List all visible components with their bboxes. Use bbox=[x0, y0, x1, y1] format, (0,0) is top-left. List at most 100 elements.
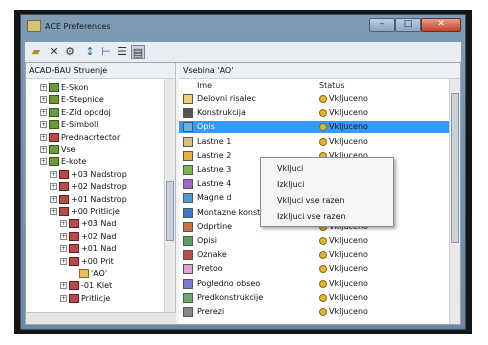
expand-toggle-icon[interactable]: + bbox=[50, 195, 57, 203]
minimize-button[interactable]: – bbox=[369, 18, 395, 32]
tree-item[interactable]: + E-Skon bbox=[40, 82, 88, 94]
close-button[interactable]: ✕ bbox=[421, 18, 461, 32]
tree-item[interactable]: 'AO' bbox=[70, 268, 107, 280]
tree-item[interactable]: + E-Zid opcdoj bbox=[40, 107, 111, 119]
tree-item[interactable]: + +02 Nad bbox=[60, 231, 116, 243]
list-row-name: Magne d bbox=[197, 193, 232, 203]
tree-item[interactable]: + Prednacrtector bbox=[40, 132, 120, 144]
tree-item[interactable]: + +02 Nadstrop bbox=[50, 181, 127, 193]
details-icon[interactable]: ▤ bbox=[131, 45, 145, 59]
expand-toggle-icon[interactable]: + bbox=[50, 170, 57, 178]
layer-icon bbox=[183, 136, 193, 147]
expand-toggle-icon[interactable]: + bbox=[40, 133, 47, 141]
list-scroll-thumb[interactable] bbox=[451, 93, 459, 243]
expand-toggle-icon[interactable]: + bbox=[60, 294, 67, 302]
expand-toggle-icon[interactable]: + bbox=[40, 84, 47, 91]
list-row-status: Vkljuceno bbox=[329, 264, 368, 274]
right-panel-header: Vsebina 'AO' bbox=[179, 63, 460, 79]
layer-icon bbox=[183, 250, 193, 261]
layer-group-icon bbox=[49, 83, 59, 92]
tree-item[interactable]: + +00 Pritlicje bbox=[50, 206, 120, 218]
status-sun-icon bbox=[319, 279, 327, 288]
layer-group-icon bbox=[69, 256, 79, 266]
tree-scroll-thumb[interactable] bbox=[166, 181, 174, 241]
toolbar: ▰ ✕ ⚙ ↕ ⊢ ☰ ▤ bbox=[25, 42, 461, 62]
list-row-name: Odprtine bbox=[197, 221, 233, 231]
menu-item-exclude-all-except[interactable]: Izkljuci vse razen bbox=[277, 210, 346, 223]
tree-item-label: +01 Nadstrop bbox=[71, 194, 127, 204]
tree-item[interactable]: + +03 Nadstrop bbox=[50, 169, 127, 181]
tree-item[interactable]: + -01 Klet bbox=[60, 280, 112, 292]
expand-toggle-icon[interactable]: + bbox=[40, 158, 47, 166]
tree-item[interactable]: + E-Stepnice bbox=[40, 94, 104, 106]
tree-item-label: +00 Pritlicje bbox=[71, 207, 120, 216]
folder-icon bbox=[79, 269, 89, 278]
list-row-name: Pretoo bbox=[197, 264, 223, 274]
expand-toggle-icon[interactable]: + bbox=[40, 96, 47, 104]
layer-group-icon bbox=[69, 219, 79, 229]
list-row-status: Vkljuceno bbox=[329, 136, 368, 146]
column-header-status[interactable]: Status bbox=[319, 79, 345, 92]
list-icon[interactable]: ☰ bbox=[115, 45, 129, 59]
delete-icon[interactable]: ✕ bbox=[47, 45, 61, 59]
sort-icon[interactable]: ↕ bbox=[83, 45, 97, 59]
list-vertical-scrollbar[interactable] bbox=[449, 79, 460, 324]
tree-item[interactable]: + +01 Nadstrop bbox=[50, 194, 127, 206]
list-row[interactable]: Pogledno obseo Vkljuceno bbox=[179, 278, 449, 290]
list-row[interactable]: Predkonstrukcije Vkljuceno bbox=[179, 292, 449, 304]
tree-horizontal-scrollbar[interactable] bbox=[26, 312, 176, 324]
layer-icon bbox=[183, 207, 193, 218]
list-row[interactable]: Oznake Vkljuceno bbox=[179, 249, 449, 261]
list-row[interactable]: Lastne 1 Vkljuceno bbox=[179, 136, 449, 148]
expand-toggle-icon[interactable]: + bbox=[60, 220, 67, 228]
list-row[interactable]: Opisi Vkljuceno bbox=[179, 235, 449, 247]
expand-toggle-icon[interactable]: + bbox=[60, 257, 67, 265]
tree-item[interactable]: + +00 Prit bbox=[60, 256, 114, 268]
list-row-name: Konstrukcija bbox=[197, 108, 246, 118]
list-row[interactable]: Prerezi Vkljuceno bbox=[179, 306, 449, 318]
expand-toggle-icon[interactable]: + bbox=[60, 282, 67, 290]
tree-icon[interactable]: ⊢ bbox=[99, 45, 113, 59]
expand-toggle-icon[interactable]: + bbox=[40, 146, 47, 153]
tree-item[interactable]: + Vse bbox=[40, 144, 76, 156]
list-row-status: Vkljuceno bbox=[329, 94, 368, 103]
layer-icon bbox=[183, 221, 193, 232]
list-row-status: Vkljuceno bbox=[329, 278, 368, 288]
layer-icon bbox=[183, 108, 193, 119]
list-row-name: Delovni risalec bbox=[197, 94, 256, 103]
list-row[interactable]: Opis Vkljuceno bbox=[179, 121, 449, 134]
title-bar[interactable]: ACE Preferences – □ ✕ bbox=[21, 15, 465, 39]
tree-item[interactable]: + E-Simboli bbox=[40, 119, 98, 131]
folder-icon[interactable]: ▰ bbox=[29, 45, 43, 59]
expand-toggle-icon[interactable]: + bbox=[40, 121, 47, 129]
layer-icon bbox=[183, 236, 193, 246]
expand-toggle-icon[interactable]: + bbox=[50, 183, 57, 191]
tree-item[interactable]: + +03 Nad bbox=[60, 218, 116, 230]
tree-item[interactable]: + Pritlicje bbox=[60, 293, 110, 305]
list-row[interactable]: Delovni risalec Vkljuceno bbox=[179, 93, 449, 105]
tree-item-label: +02 Nadstrop bbox=[71, 182, 127, 192]
tree-vertical-scrollbar[interactable] bbox=[164, 79, 175, 312]
maximize-button[interactable]: □ bbox=[395, 18, 421, 32]
list-row-name: Opis bbox=[197, 122, 215, 132]
expand-toggle-icon[interactable]: + bbox=[60, 245, 67, 253]
expand-toggle-icon[interactable]: + bbox=[50, 208, 57, 215]
menu-item-include-all-except[interactable]: Vkljuci vse razen bbox=[277, 194, 345, 207]
tree-item[interactable]: + E-kote bbox=[40, 156, 86, 168]
tree-item[interactable]: + +01 Nad bbox=[60, 243, 116, 255]
column-header-name[interactable]: Ime bbox=[197, 79, 212, 92]
expand-toggle-icon[interactable]: + bbox=[60, 232, 67, 240]
layer-icon bbox=[183, 150, 193, 161]
tree-view[interactable]: + E-Skon + E-Stepnice + E-Zid opcdoj + E-Simbol… bbox=[26, 79, 176, 312]
properties-icon[interactable]: ⚙ bbox=[63, 45, 77, 59]
layer-group-icon bbox=[49, 95, 59, 105]
menu-item-exclude[interactable]: Izkljuci bbox=[277, 178, 304, 191]
list-row[interactable]: Pretoo Vkljuceno bbox=[179, 263, 449, 275]
list-row[interactable]: Konstrukcija Vkljuceno bbox=[179, 107, 449, 119]
status-sun-icon bbox=[319, 123, 327, 132]
menu-item-include[interactable]: Vkljuci bbox=[277, 162, 303, 175]
expand-toggle-icon[interactable]: + bbox=[40, 108, 47, 116]
tree-item-label: 'AO' bbox=[91, 269, 108, 278]
status-sun-icon bbox=[319, 137, 327, 146]
tree-item-label: Prednacrtector bbox=[61, 132, 121, 142]
